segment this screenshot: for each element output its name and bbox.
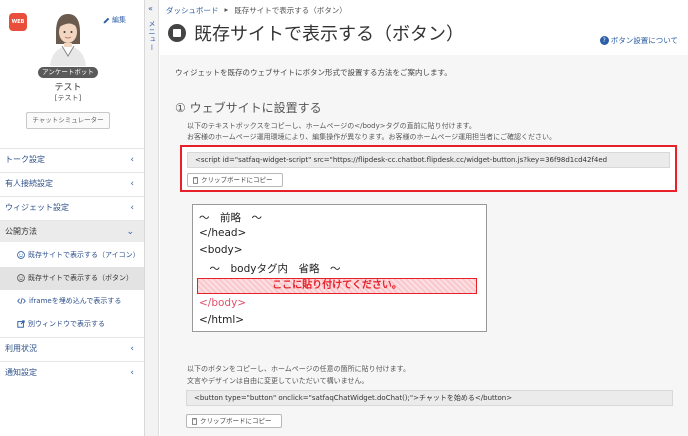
clipboard-icon: [192, 174, 199, 186]
intro-text: ウィジェットを既存のウェブサイトにボタン形式で設置する方法をご案内します。: [175, 68, 452, 77]
example-line: </head>: [199, 227, 247, 239]
chevron-down-icon: ⌄: [126, 227, 134, 237]
page-title: 既存サイトで表示する（ボタン）: [168, 20, 464, 46]
help-link[interactable]: ? ボタン設置について: [599, 35, 678, 46]
smiley-icon: [17, 267, 25, 290]
main-content: ダッシュボード ▸ 既存サイトで表示する（ボタン） 既存サイトで表示する（ボタン…: [160, 0, 688, 436]
user-subtitle: [テスト]: [54, 94, 82, 102]
breadcrumb: ダッシュボード ▸ 既存サイトで表示する（ボタン）: [166, 5, 347, 16]
chevron-left-icon: ‹: [130, 368, 134, 378]
nav-label: 有人接続設定: [5, 179, 53, 188]
example-line: </html>: [199, 314, 245, 326]
stop-circle-icon: [168, 24, 186, 42]
code-icon: [17, 290, 26, 313]
step1-note: お客様のホームページ運用環境により、編集操作が異なります。お客様のホームページ運…: [187, 133, 557, 141]
copy-button-label: クリップボードにコピー: [201, 176, 273, 184]
sub-item-icon-embed[interactable]: 既存サイトで表示する（アイコン）: [0, 244, 144, 267]
copy-script-button[interactable]: クリップボードにコピー: [187, 173, 283, 187]
edit-label: 編集: [112, 16, 126, 24]
step1-description: 以下のテキストボックスをコピーし、ホームページの</body>タグの直前に貼り付…: [187, 122, 476, 130]
example-line: 〜 bodyタグ内 省略 〜: [199, 263, 341, 275]
nav-label: 公開方法: [5, 227, 37, 236]
nav-label: トーク設定: [5, 155, 45, 164]
content-panel: ウィジェットを既存のウェブサイトにボタン形式で設置する方法をご案内します。 ① …: [160, 55, 688, 436]
sub-item-iframe-embed[interactable]: iframeを埋め込んで表示する: [0, 290, 144, 313]
collapse-arrow-icon[interactable]: «: [148, 4, 153, 13]
script-code-box: <script id="satfaq-widget-script" src="h…: [180, 145, 677, 192]
sub-item-button-embed[interactable]: 既存サイトで表示する（ボタン）: [0, 267, 144, 290]
breadcrumb-separator-icon: ▸: [224, 5, 229, 14]
breadcrumb-current: 既存サイトで表示する（ボタン）: [234, 6, 347, 15]
sub-item-label: iframeを埋め込んで表示する: [29, 297, 122, 305]
avatar: [46, 10, 90, 66]
paste-here-highlight: ここに貼り付けてください。: [197, 278, 477, 294]
question-icon: ?: [599, 36, 609, 45]
step1-title: ① ウェブサイトに設置する: [175, 101, 322, 115]
nav-human-connect-settings[interactable]: 有人接続設定 ‹: [0, 172, 144, 194]
step2-description: 以下のボタンをコピーし、ホームページの任意の箇所に貼り付けます。: [187, 365, 410, 373]
sub-item-label: 別ウィンドウで表示する: [28, 320, 105, 328]
nav-talk-settings[interactable]: トーク設定 ‹: [0, 148, 144, 170]
edit-link[interactable]: 編集: [103, 15, 126, 25]
smiley-icon: [17, 244, 25, 267]
role-badge: アンケートボット: [38, 67, 98, 78]
example-line: 〜 前略 〜: [199, 212, 262, 224]
nav-label: 通知設定: [5, 368, 37, 377]
clipboard-icon: [191, 415, 198, 427]
chevron-left-icon: ‹: [130, 179, 134, 189]
profile-panel: WEB 編集 アンケートボット テスト [テスト] チャットシミュレーター: [0, 0, 144, 145]
nav-usage[interactable]: 利用状況 ‹: [0, 337, 144, 359]
nav-publish-method[interactable]: 公開方法 ⌄: [0, 220, 144, 242]
sub-item-separate-window[interactable]: 別ウィンドウで表示する: [0, 313, 144, 336]
chevron-left-icon: ‹: [130, 155, 134, 165]
copy-button-code-button[interactable]: クリップボードにコピー: [186, 414, 282, 428]
help-link-label: ボタン設置について: [610, 36, 678, 45]
sidebar: WEB 編集 アンケートボット テスト [テスト] チャットシミュレーター トー…: [0, 0, 145, 436]
nav-label: 利用状況: [5, 344, 37, 353]
nav-label: ウィジェット設定: [5, 203, 69, 212]
menu-strip-label: メニュー: [148, 20, 156, 52]
example-line: <body>: [199, 244, 243, 256]
pencil-icon: [103, 16, 110, 24]
step2-note: 文言やデザインは自由に変更していただいて構いません。: [187, 377, 369, 385]
page-title-text: 既存サイトで表示する（ボタン）: [194, 24, 464, 45]
nav-widget-settings[interactable]: ウィジェット設定 ‹: [0, 196, 144, 218]
example-line-body-close: </body>: [199, 297, 247, 309]
web-badge: WEB: [9, 13, 27, 31]
menu-collapse-strip[interactable]: « メニュー: [145, 0, 159, 436]
copy-button-label: クリップボードにコピー: [200, 417, 272, 425]
button-code-field[interactable]: <button type="button" onclick="satfaqCha…: [186, 390, 673, 406]
user-name: テスト: [54, 83, 82, 93]
breadcrumb-home[interactable]: ダッシュボード: [166, 5, 219, 16]
sub-item-label: 既存サイトで表示する（ボタン）: [28, 274, 133, 282]
nav-notification-settings[interactable]: 通知設定 ‹: [0, 361, 144, 383]
chevron-left-icon: ‹: [130, 344, 134, 354]
chevron-left-icon: ‹: [130, 203, 134, 213]
external-window-icon: [17, 313, 25, 336]
chat-simulator-button[interactable]: チャットシミュレーター: [26, 112, 110, 129]
placement-example: 〜 前略 〜 </head> <body> 〜 bodyタグ内 省略 〜 ここに…: [192, 204, 487, 332]
script-code-field[interactable]: <script id="satfaq-widget-script" src="h…: [187, 152, 670, 168]
sub-item-label: 既存サイトで表示する（アイコン）: [28, 251, 140, 259]
